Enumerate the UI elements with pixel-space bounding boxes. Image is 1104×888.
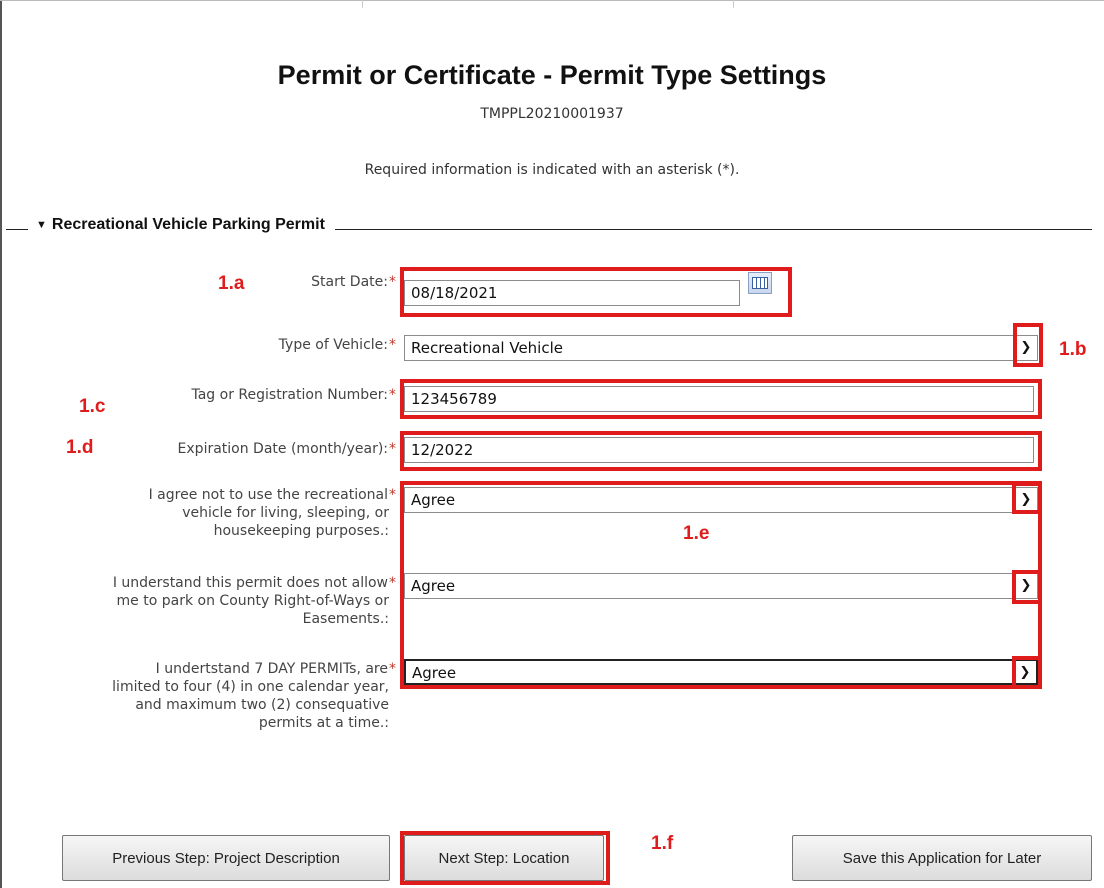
vehicle-type-value: Recreational Vehicle (411, 339, 563, 357)
frame-divider (733, 0, 734, 8)
annotation-box-agree-chevron (1012, 482, 1042, 514)
annotation-label: 1.f (651, 833, 674, 854)
annotation-box-tag (400, 379, 1042, 419)
page-title: Permit or Certificate - Permit Type Sett… (277, 60, 827, 90)
section-header[interactable]: ▼ Recreational Vehicle Parking Permit (28, 216, 335, 234)
save-later-button[interactable]: Save this Application for Later (792, 835, 1092, 881)
frame-top-border (0, 0, 1104, 1)
annotation-box-expiration (400, 431, 1042, 471)
required-note: Required information is indicated with a… (364, 162, 740, 178)
annotation-box-agreements (400, 481, 1042, 689)
annotation-label: 1.a (218, 273, 245, 294)
annotation-box-next-button (400, 831, 610, 885)
previous-step-button[interactable]: Previous Step: Project Description (62, 835, 390, 881)
agree-7day-label: I undertstand 7 DAY PERMITs, are* limite… (112, 661, 396, 731)
start-date-label: Start Date:* (311, 274, 396, 290)
expand-arrow-icon[interactable]: ▼ (36, 219, 47, 231)
vehicle-type-label: Type of Vehicle:* (278, 337, 396, 353)
annotation-label: 1.d (66, 437, 94, 458)
expiration-label: Expiration Date (month/year):* (177, 441, 396, 457)
vehicle-type-select[interactable]: Recreational Vehicle ❯ (404, 335, 1038, 361)
annotation-box-vehicle-chevron (1013, 323, 1043, 367)
annotation-label: 1.b (1059, 339, 1087, 360)
agree-living-label: I agree not to use the recreational* veh… (148, 487, 396, 539)
annotation-box-agree-chevron (1012, 656, 1042, 689)
tag-number-label: Tag or Registration Number:* (191, 387, 396, 403)
annotation-label: 1.e (683, 523, 710, 544)
annotation-label: 1.c (79, 396, 106, 417)
frame-divider (362, 0, 363, 8)
agree-row-label: I understand this permit does not allow*… (112, 575, 396, 627)
frame-left-border (0, 0, 2, 888)
section-title: Recreational Vehicle Parking Permit (51, 216, 325, 233)
annotation-box-start-date (400, 267, 792, 317)
record-id: TMPPL20210001937 (480, 106, 624, 122)
annotation-box-agree-chevron (1012, 570, 1042, 604)
